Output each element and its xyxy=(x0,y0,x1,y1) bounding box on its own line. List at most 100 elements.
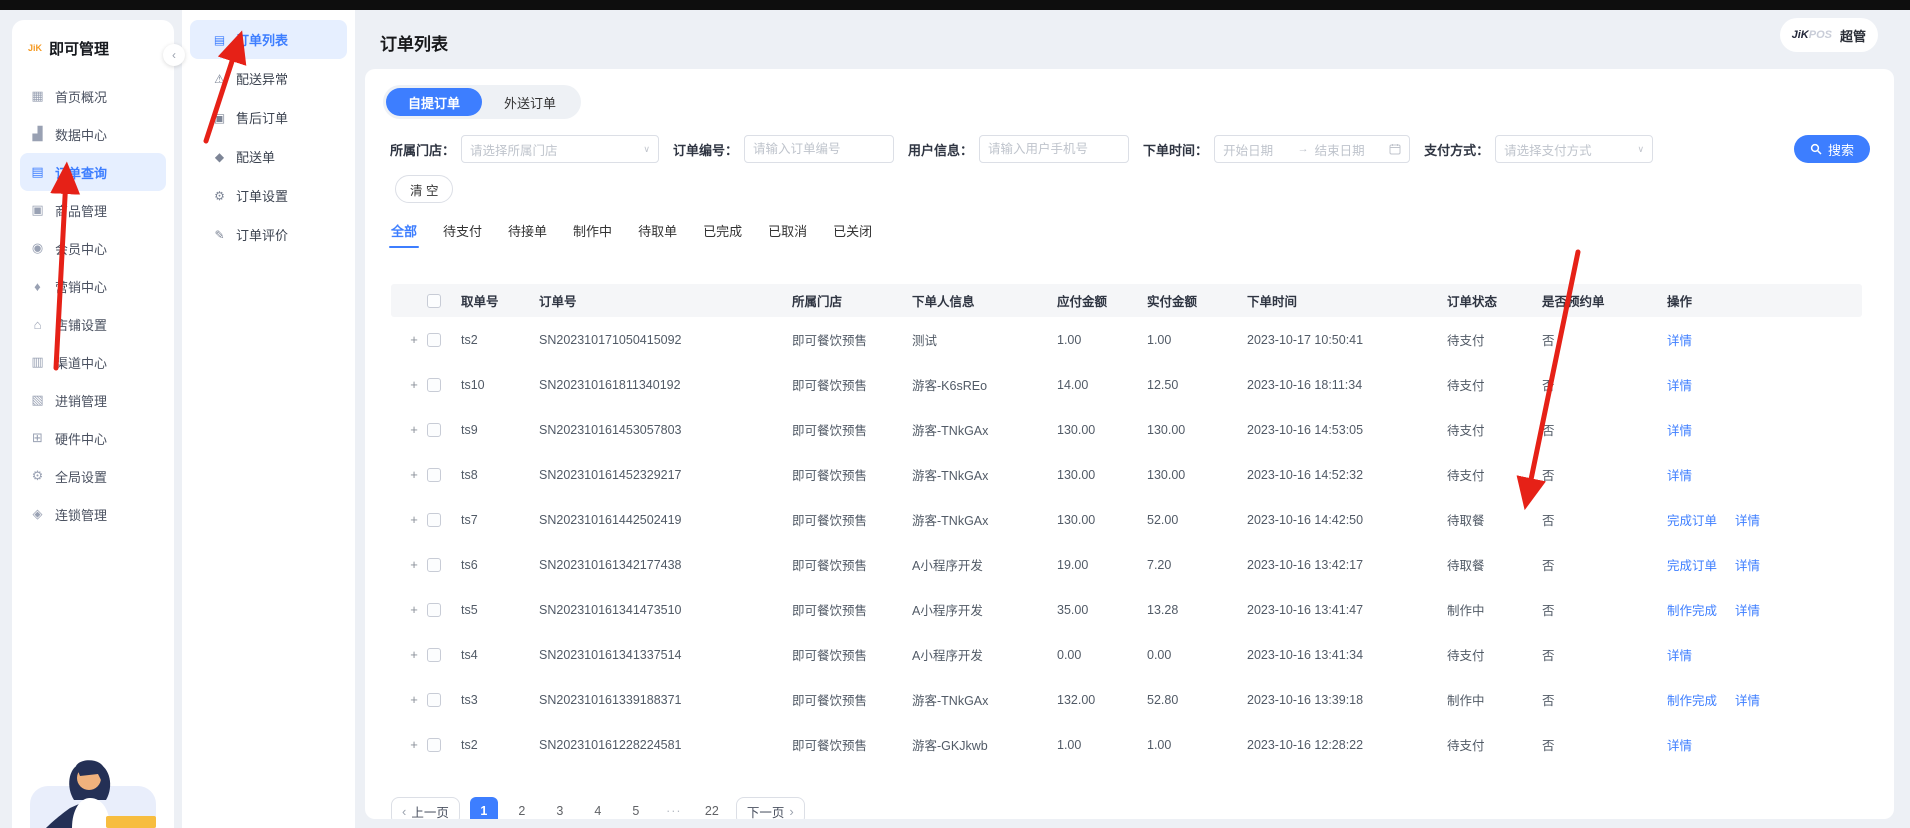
page-button-3[interactable]: 3 xyxy=(546,797,574,819)
delivery-exception-icon: ⚠ xyxy=(214,71,225,86)
expand-row-button[interactable]: + xyxy=(391,422,427,437)
detail-link[interactable]: 详情 xyxy=(1735,604,1760,618)
detail-link[interactable]: 详情 xyxy=(1667,739,1692,753)
pickup-no-cell: ts7 xyxy=(461,512,478,527)
sidebar-item-marketing-center[interactable]: ♦ 营销中心 xyxy=(12,267,174,305)
expand-row-button[interactable]: + xyxy=(391,602,427,617)
row-checkbox[interactable] xyxy=(427,512,441,527)
detail-link[interactable]: 详情 xyxy=(1667,334,1692,348)
status-tab-6[interactable]: 已取消 xyxy=(768,221,807,248)
production-complete-link[interactable]: 制作完成 xyxy=(1667,604,1717,618)
submenu-item-delivery-exception[interactable]: ⚠ 配送异常 xyxy=(182,59,355,98)
row-checkbox[interactable] xyxy=(427,467,441,482)
user-info-input[interactable] xyxy=(979,135,1130,163)
sidebar-item-channel-center[interactable]: ▥ 渠道中心 xyxy=(12,343,174,381)
clear-filters-button[interactable]: 清 空 xyxy=(395,175,454,203)
prev-page-button[interactable]: ‹ 上一页 xyxy=(391,797,460,819)
expand-row-button[interactable]: + xyxy=(391,332,427,347)
detail-link[interactable]: 详情 xyxy=(1667,379,1692,393)
paid-amount-cell: 0.00 xyxy=(1147,647,1172,662)
menu-item-label: 店铺设置 xyxy=(55,317,108,333)
complete-order-link[interactable]: 完成订单 xyxy=(1667,514,1717,528)
submenu-item-order-settings[interactable]: ⚙ 订单设置 xyxy=(182,176,355,215)
chevron-right-icon: › xyxy=(789,803,794,819)
row-checkbox[interactable] xyxy=(427,647,441,662)
row-checkbox[interactable] xyxy=(427,737,441,752)
sidebar-item-home-overview[interactable]: ▦ 首页概况 xyxy=(12,77,174,115)
status-tab-1[interactable]: 待支付 xyxy=(443,221,482,248)
column-header: 实付金额 xyxy=(1147,295,1198,309)
expand-row-button[interactable]: + xyxy=(391,647,427,662)
status-tab-7[interactable]: 已关闭 xyxy=(833,221,872,248)
sidebar-item-goods-management[interactable]: ▣ 商品管理 xyxy=(12,191,174,229)
page-button-22[interactable]: 22 xyxy=(698,797,726,819)
date-range-picker[interactable]: 开始日期 → 结束日期 xyxy=(1214,135,1411,163)
column-header: 订单号 xyxy=(539,295,577,309)
detail-link[interactable]: 详情 xyxy=(1667,469,1692,483)
sidebar-item-data-center[interactable]: ▟ 数据中心 xyxy=(12,115,174,153)
tab-delivery-orders[interactable]: 外送订单 xyxy=(482,88,578,116)
store-cell: 即可餐饮预售 xyxy=(792,694,868,708)
order-time-cell: 2023-10-16 13:39:18 xyxy=(1247,692,1364,707)
status-tab-4[interactable]: 待取单 xyxy=(638,221,677,248)
sidebar-item-order-query[interactable]: ▤ 订单查询 xyxy=(20,153,166,191)
expand-row-button[interactable]: + xyxy=(391,692,427,707)
page-button-5[interactable]: 5 xyxy=(622,797,650,819)
expand-row-button[interactable]: + xyxy=(391,557,427,572)
submenu-item-order-review[interactable]: ✎ 订单评价 xyxy=(182,215,355,254)
row-checkbox[interactable] xyxy=(427,377,441,392)
sidebar-item-global-settings[interactable]: ⚙ 全局设置 xyxy=(12,457,174,495)
submenu-item-after-sales-orders[interactable]: ▣ 售后订单 xyxy=(182,98,355,137)
detail-link[interactable]: 详情 xyxy=(1735,559,1760,573)
sidebar-collapse-button[interactable]: ‹ xyxy=(163,44,185,66)
search-button[interactable]: 搜索 xyxy=(1793,135,1870,163)
row-checkbox[interactable] xyxy=(427,602,441,617)
row-checkbox[interactable] xyxy=(427,557,441,572)
buyer-cell: 游客-TNkGAx xyxy=(912,469,989,483)
column-header: 是否预约单 xyxy=(1542,295,1605,309)
payment-select[interactable]: 请选择支付方式 ∨ xyxy=(1495,135,1654,163)
row-checkbox[interactable] xyxy=(427,692,441,707)
select-all-checkbox[interactable] xyxy=(427,293,441,308)
order-list-icon: ▤ xyxy=(213,32,226,47)
expand-row-button[interactable]: + xyxy=(391,377,427,392)
expand-row-button[interactable]: + xyxy=(391,737,427,752)
sidebar-item-purchase-sales[interactable]: ▧ 进销管理 xyxy=(12,381,174,419)
actions-cell: 完成订单 详情 xyxy=(1667,510,1862,529)
detail-link[interactable]: 详情 xyxy=(1735,514,1760,528)
store-select[interactable]: 请选择所属门店 ∨ xyxy=(461,135,660,163)
status-tab-3[interactable]: 制作中 xyxy=(573,221,612,248)
payable-amount-cell: 132.00 xyxy=(1057,692,1096,707)
expand-row-button[interactable]: + xyxy=(391,467,427,482)
user-badge[interactable]: JiKPOS 超管 xyxy=(1779,18,1878,52)
order-no-cell: SN202310161341337514 xyxy=(539,647,682,662)
row-checkbox[interactable] xyxy=(427,422,441,437)
submenu-item-order-list[interactable]: ▤ 订单列表 xyxy=(190,20,347,59)
page-button-2[interactable]: 2 xyxy=(508,797,536,819)
status-tab-0[interactable]: 全部 xyxy=(388,221,420,248)
expand-row-button[interactable]: + xyxy=(391,512,427,527)
page-button-1[interactable]: 1 xyxy=(469,797,498,819)
detail-link[interactable]: 详情 xyxy=(1667,424,1692,438)
submenu-item-delivery-note[interactable]: ◆ 配送单 xyxy=(182,137,355,176)
sidebar-item-member-center[interactable]: ◉ 会员中心 xyxy=(12,229,174,267)
tab-pickup-orders[interactable]: 自提订单 xyxy=(386,88,483,116)
sidebar-item-hardware-center[interactable]: ⊞ 硬件中心 xyxy=(12,419,174,457)
next-page-button[interactable]: 下一页 › xyxy=(735,797,805,820)
next-page-label: 下一页 xyxy=(746,805,785,820)
status-tab-5[interactable]: 已完成 xyxy=(703,221,742,248)
production-complete-link[interactable]: 制作完成 xyxy=(1667,694,1717,708)
actions-cell: 详情 xyxy=(1667,735,1862,754)
sidebar-item-chain-management[interactable]: ◈ 连锁管理 xyxy=(12,495,174,533)
complete-order-link[interactable]: 完成订单 xyxy=(1667,559,1717,573)
detail-link[interactable]: 详情 xyxy=(1667,649,1692,663)
row-checkbox[interactable] xyxy=(427,332,441,347)
detail-link[interactable]: 详情 xyxy=(1735,694,1760,708)
order-status-cell: 待支付 xyxy=(1447,649,1485,663)
sidebar-item-shop-settings[interactable]: ⌂ 店铺设置 xyxy=(12,305,174,343)
table-row: + ts4 SN202310161341337514 即可餐饮预售 A小程序开发 0.00… xyxy=(391,632,1862,677)
buyer-cell: A小程序开发 xyxy=(912,649,983,663)
page-button-4[interactable]: 4 xyxy=(584,797,612,819)
order-no-input[interactable] xyxy=(744,135,895,163)
status-tab-2[interactable]: 待接单 xyxy=(508,221,547,248)
